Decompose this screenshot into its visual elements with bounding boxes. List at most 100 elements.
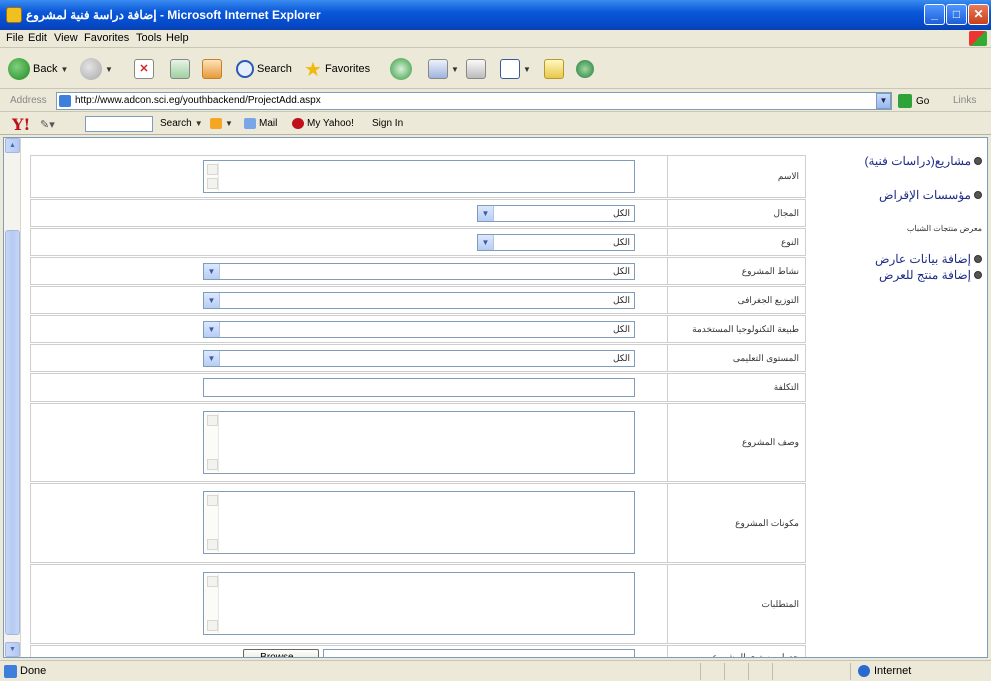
close-button[interactable]: ✕: [968, 4, 989, 25]
minimize-button[interactable]: _: [924, 4, 945, 25]
chevron-down-icon[interactable]: ▼: [478, 206, 494, 221]
sign-in-button[interactable]: Sign In: [372, 118, 403, 129]
home-button[interactable]: [202, 57, 222, 81]
status-divider: [850, 663, 851, 680]
chevron-down-icon[interactable]: ▼: [204, 351, 220, 366]
tech-label: طبيعة التكنولوجيا المستخدمة: [667, 316, 805, 342]
scroll-down-arrow-icon[interactable]: ▼: [5, 642, 20, 657]
zone-label: Internet: [874, 665, 912, 677]
address-bar: Address http://www.adcon.sci.eg/youthbac…: [0, 90, 991, 112]
mail-dropdown-icon[interactable]: ▼: [451, 65, 459, 74]
maximize-button[interactable]: □: [946, 4, 967, 25]
discuss-button[interactable]: [544, 57, 564, 81]
textarea-scrollbar[interactable]: [205, 413, 219, 472]
my-yahoo-button[interactable]: My Yahoo!: [292, 118, 354, 129]
sidebar-item-add-product[interactable]: إضافة منتج للعرض: [879, 268, 982, 282]
name-label: الاسم: [667, 156, 805, 197]
links-label[interactable]: Links: [953, 95, 976, 106]
menu-favorites[interactable]: Favorites: [84, 32, 129, 44]
chevron-down-icon[interactable]: ▼: [204, 322, 220, 337]
chevron-down-icon[interactable]: ▼: [204, 293, 220, 308]
standard-toolbar: Back ▼ ▼ ✕ Search ★ Favorites ▼ ▼: [0, 49, 991, 89]
requirements-textarea[interactable]: [203, 572, 635, 635]
yahoo-logo[interactable]: Y!: [12, 115, 30, 134]
field-select[interactable]: ▼ الكل: [477, 205, 635, 222]
sidebar-item-lenders[interactable]: مؤسسات الإقراض: [879, 188, 982, 202]
go-button[interactable]: Go: [898, 94, 929, 108]
form-row-tech: ▼ الكل طبيعة التكنولوجيا المستخدمة: [30, 315, 806, 343]
type-select[interactable]: ▼ الكل: [477, 234, 635, 251]
type-select-value: الكل: [612, 237, 630, 247]
type-label: النوع: [667, 229, 805, 255]
back-arrow-icon: [8, 58, 30, 80]
back-dropdown-icon[interactable]: ▼: [60, 65, 68, 74]
textarea-scrollbar[interactable]: [205, 574, 219, 633]
status-divider: [724, 663, 725, 680]
favorites-button[interactable]: ★ Favorites: [304, 57, 370, 81]
yahoo-highlight-button[interactable]: ▼: [210, 118, 233, 129]
cost-input[interactable]: [203, 378, 635, 397]
status-divider: [772, 663, 773, 680]
form-row-cost: التكلفة: [30, 373, 806, 402]
vertical-scrollbar[interactable]: ▲ ▼: [4, 138, 21, 657]
tech-select[interactable]: ▼ الكل: [203, 321, 635, 338]
status-divider: [700, 663, 701, 680]
menu-tools[interactable]: Tools: [136, 32, 162, 44]
bullet-icon: [974, 191, 982, 199]
menu-file[interactable]: File: [6, 32, 24, 44]
forward-dropdown-icon[interactable]: ▼: [105, 65, 113, 74]
menu-bar: File Edit View Favorites Tools Help: [0, 30, 991, 48]
yahoo-search-input[interactable]: [85, 116, 153, 132]
print-button[interactable]: [466, 57, 486, 81]
textarea-scrollbar[interactable]: [205, 162, 219, 191]
edit-dropdown-icon[interactable]: ▼: [523, 65, 531, 74]
history-icon: [390, 58, 412, 80]
refresh-button[interactable]: [170, 57, 190, 81]
address-input[interactable]: http://www.adcon.sci.eg/youthbackend/Pro…: [56, 92, 892, 110]
stop-icon: ✕: [134, 59, 154, 79]
requirements-label: المتطلبات: [667, 565, 805, 643]
yahoo-mail-button[interactable]: Mail: [244, 118, 277, 129]
browser-window: إضافة دراسة فنية لمشروع - Microsoft Inte…: [0, 0, 991, 681]
textarea-scrollbar[interactable]: [205, 493, 219, 552]
menu-edit[interactable]: Edit: [28, 32, 47, 44]
search-button[interactable]: Search: [236, 57, 292, 81]
form-row-education: ▼ الكل المستوى التعليمى: [30, 344, 806, 372]
status-text: Done: [20, 665, 47, 677]
sidebar-item-label: إضافة منتج للعرض: [879, 268, 971, 282]
scroll-up-arrow-icon[interactable]: ▲: [5, 138, 20, 153]
components-textarea[interactable]: [203, 491, 635, 554]
sidebar-item-projects[interactable]: مشاريع(دراسات فنية): [864, 154, 982, 168]
education-select[interactable]: ▼ الكل: [203, 350, 635, 367]
scroll-thumb[interactable]: [5, 230, 20, 635]
mail-button[interactable]: ▼: [428, 57, 459, 81]
stop-button[interactable]: ✕: [134, 57, 154, 81]
activity-select[interactable]: ▼ الكل: [203, 263, 635, 280]
browse-button[interactable]: Browse...: [243, 649, 319, 657]
chevron-down-icon[interactable]: ▼: [478, 235, 494, 250]
file-path-input[interactable]: [323, 649, 635, 657]
sidebar-item-add-exhibitor[interactable]: إضافة بيانات عارض: [875, 252, 982, 266]
chevron-down-icon[interactable]: ▼: [204, 264, 220, 279]
education-label: المستوى التعليمى: [667, 345, 805, 371]
bullet-icon: [974, 271, 982, 279]
forward-arrow-icon: [80, 58, 102, 80]
history-button[interactable]: [390, 57, 412, 81]
tech-select-value: الكل: [612, 324, 630, 334]
menu-view[interactable]: View: [54, 32, 78, 44]
description-textarea[interactable]: [203, 411, 635, 474]
field-select-value: الكل: [612, 208, 630, 218]
sidebar-note: معرض منتجات الشباب: [906, 224, 982, 233]
address-dropdown-button[interactable]: ▼: [876, 93, 891, 109]
name-textarea[interactable]: [203, 160, 635, 193]
form-row-components: مكونات المشروع: [30, 483, 806, 563]
messenger-button[interactable]: [576, 57, 594, 81]
menu-help[interactable]: Help: [166, 32, 189, 44]
yahoo-search-button[interactable]: Search ▼: [160, 118, 203, 129]
back-button[interactable]: Back ▼: [8, 57, 68, 81]
windows-flag-icon: [969, 31, 987, 46]
geo-select[interactable]: ▼ الكل: [203, 292, 635, 309]
forward-button[interactable]: ▼: [80, 57, 113, 81]
edit-button[interactable]: ▼: [500, 57, 531, 81]
yahoo-pencil-icon[interactable]: ✎▾: [40, 118, 55, 131]
